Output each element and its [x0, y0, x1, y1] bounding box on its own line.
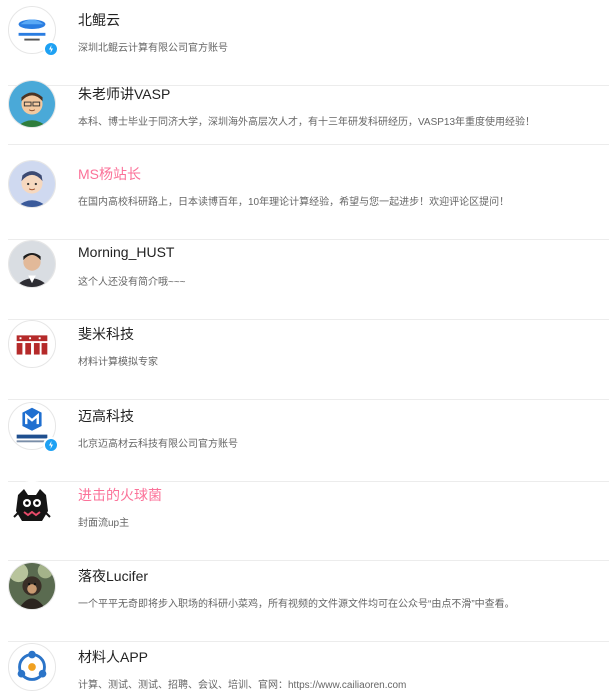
list-item[interactable]: Morning_HUST 这个人还没有简介哦~~~: [0, 240, 609, 320]
man-photo-icon[interactable]: [8, 240, 56, 288]
user-name[interactable]: 朱老师讲VASP: [78, 84, 170, 104]
list-item[interactable]: 斐米科技 材料计算模拟专家: [0, 320, 609, 400]
list-item[interactable]: 进击的火球菌 封面流up主: [0, 481, 609, 561]
user-description: 在国内高校科研路上，日本读博百年，10年理论计算经验，希望与您一起进步！欢迎评论…: [78, 197, 510, 208]
list-item[interactable]: 材料人APP 计算、测试、测试、招聘、会议、培训、官网：https://www.…: [0, 643, 609, 695]
user-name[interactable]: 北鲲云: [78, 10, 120, 30]
cartoon-teacher-icon[interactable]: [8, 80, 56, 128]
user-name[interactable]: 材料人APP: [78, 647, 148, 667]
list-item[interactable]: MS杨站长 在国内高校科研路上，日本读博百年，10年理论计算经验，希望与您一起进…: [0, 160, 609, 240]
list-item[interactable]: 北鲲云 深圳北鲲云计算有限公司官方账号: [0, 6, 609, 86]
monkey-photo-icon[interactable]: [8, 562, 56, 610]
user-description: 一个平平无奇即将步入职场的科研小菜鸡，所有视频的文件源文件均可在公众号“由点不滑…: [78, 599, 515, 610]
user-description: 封面流up主: [78, 518, 130, 529]
verified-badge-icon: [43, 437, 59, 453]
user-description: 计算、测试、测试、招聘、会议、培训、官网：https://www.cailiao…: [78, 680, 407, 691]
user-name[interactable]: MS杨站长: [78, 164, 141, 184]
user-description: 材料计算模拟专家: [78, 357, 158, 368]
user-description: 北京迈高材云科技有限公司官方账号: [78, 439, 238, 450]
divider: [8, 560, 609, 561]
verified-badge-icon: [43, 41, 59, 57]
divider: [8, 641, 609, 642]
list-item[interactable]: 落夜Lucifer 一个平平无奇即将步入职场的科研小菜鸡，所有视频的文件源文件均…: [0, 562, 609, 642]
divider: [8, 399, 609, 400]
user-name[interactable]: 斐米科技: [78, 324, 134, 344]
black-creature-icon[interactable]: [8, 481, 56, 529]
cartoon-man-icon[interactable]: [8, 160, 56, 208]
divider: [8, 144, 609, 145]
user-name[interactable]: 落夜Lucifer: [78, 566, 148, 586]
cailiaoren-logo-icon[interactable]: [8, 643, 56, 691]
user-description: 深圳北鲲云计算有限公司官方账号: [78, 43, 228, 54]
user-description: 这个人还没有简介哦~~~: [78, 277, 186, 288]
user-description: 本科、博士毕业于同济大学，深圳海外高层次人才，有十三年研发科研经历，VASP13…: [78, 117, 536, 128]
user-name[interactable]: 进击的火球菌: [78, 485, 162, 505]
user-name[interactable]: 迈高科技: [78, 406, 134, 426]
list-item[interactable]: 迈高科技 北京迈高材云科技有限公司官方账号: [0, 402, 609, 482]
user-name[interactable]: Morning_HUST: [78, 244, 174, 260]
fm-logo-icon[interactable]: [8, 320, 56, 368]
list-item[interactable]: 朱老师讲VASP 本科、博士毕业于同济大学，深圳海外高层次人才，有十三年研发科研…: [0, 80, 609, 145]
